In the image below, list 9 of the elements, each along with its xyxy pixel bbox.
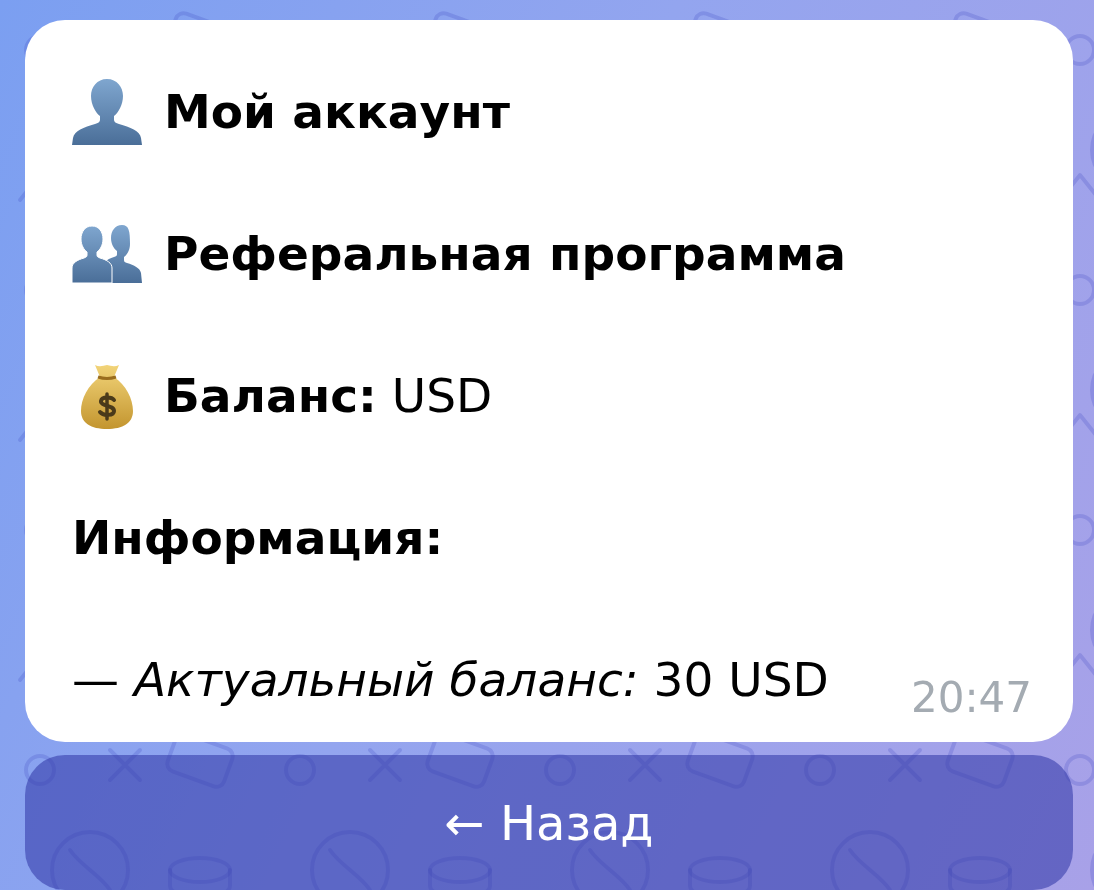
section-heading: Информация: [72, 509, 445, 567]
balance-line: — Актуальный баланс: 30 USD [72, 651, 829, 709]
message-time: 20:47 [910, 672, 1032, 724]
menu-line-text: Мой аккаунт [164, 83, 510, 141]
menu-line-text: Баланс: USD [164, 367, 493, 425]
menu-line-text: Реферальная программа [164, 225, 846, 283]
back-button[interactable]: ← Назад [25, 755, 1073, 890]
person-icon [72, 79, 142, 145]
money-bag-icon [81, 363, 133, 429]
